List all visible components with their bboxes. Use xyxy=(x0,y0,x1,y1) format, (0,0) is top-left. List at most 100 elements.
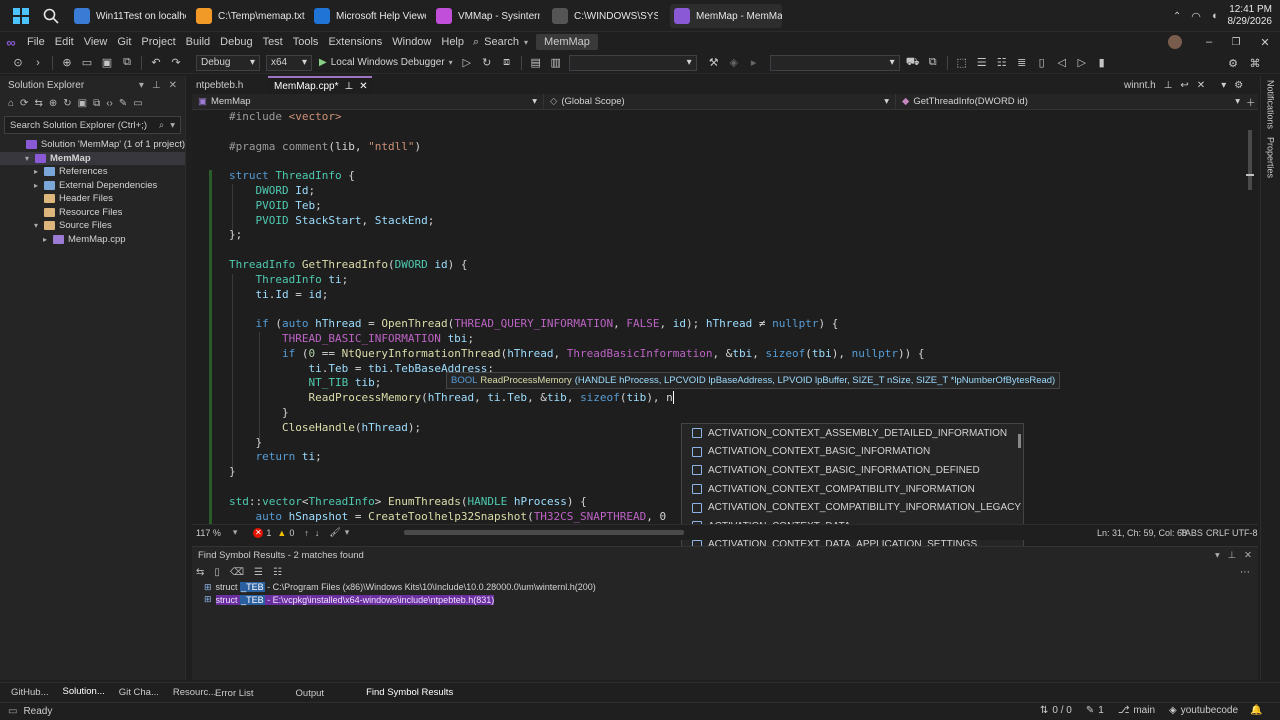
share-icon[interactable]: ⌘ xyxy=(1248,55,1262,71)
completion-item[interactable]: ACTIVATION_CONTEXT_COMPATIBILITY_INFORMA… xyxy=(682,498,1023,517)
tree-item[interactable]: Resource Files xyxy=(0,206,185,220)
live-share-icon[interactable]: ⚙ xyxy=(1226,55,1240,71)
go-to-definition-icon[interactable]: ⇆ xyxy=(196,567,204,578)
bookmark-icon[interactable]: ▥ xyxy=(548,55,564,71)
forward-icon[interactable]: › xyxy=(30,55,46,71)
collapse-all-icon[interactable]: ☰ xyxy=(254,567,263,578)
chevron-down-icon[interactable]: ▾ xyxy=(1215,550,1220,561)
settings-icon[interactable]: ⚙ xyxy=(1234,80,1243,91)
add-icon[interactable]: ＋ xyxy=(1246,95,1256,109)
comment-icon[interactable]: ▤ xyxy=(528,55,544,71)
pin-icon[interactable]: ⊥ xyxy=(1164,80,1173,91)
search-menu[interactable]: Search xyxy=(479,32,524,52)
notifications-tab[interactable]: Notifications xyxy=(1266,76,1276,133)
chevron-down-icon[interactable]: ▾ xyxy=(1221,80,1226,91)
sync-icon[interactable]: ⟳ xyxy=(20,98,28,109)
menu-build[interactable]: Build xyxy=(181,32,215,52)
close-icon[interactable]: ✕ xyxy=(359,81,367,92)
zoom-level[interactable]: 117 % xyxy=(196,528,221,538)
bottom-tab[interactable]: Output xyxy=(289,684,332,704)
close-icon[interactable]: ✕ xyxy=(169,80,177,91)
prev-issue-icon[interactable]: ↑ xyxy=(304,528,309,538)
cursor-position[interactable]: Ln: 31, Ch: 59, Col: 68 xyxy=(1097,528,1187,538)
open-file-icon[interactable]: ▭ xyxy=(79,55,95,71)
bookmark-icon[interactable]: ▯ xyxy=(1034,55,1050,71)
refresh-icon[interactable]: ↻ xyxy=(63,98,71,109)
indent-mode[interactable]: TABS xyxy=(1180,528,1203,538)
chevron-up-icon[interactable]: ⌃ xyxy=(1173,11,1181,22)
continue-icon[interactable]: ▸ xyxy=(746,55,762,71)
chevron-icon[interactable]: ▸ xyxy=(34,167,44,176)
document-tab[interactable]: ntpebteb.h xyxy=(190,76,268,94)
wifi-icon[interactable]: ◠ xyxy=(1191,10,1201,23)
new-project-icon[interactable]: ⊕ xyxy=(59,55,75,71)
tree-item[interactable]: ▾ MemMap xyxy=(0,151,185,165)
menu-tools[interactable]: Tools xyxy=(288,32,324,52)
start-without-debugging-icon[interactable]: ▷ xyxy=(459,55,475,71)
pin-icon[interactable]: ⊥ xyxy=(152,80,161,91)
preview-icon[interactable]: ▭ xyxy=(133,98,142,109)
switch-views-icon[interactable]: ⇆ xyxy=(34,98,42,109)
hot-reload-icon[interactable]: ↻ xyxy=(479,55,495,71)
car-icon[interactable]: ⛟ xyxy=(905,55,921,71)
close-icon[interactable]: ✕ xyxy=(1258,34,1272,50)
home-icon[interactable]: ⌂ xyxy=(8,98,14,109)
bell-icon[interactable]: 🔔 xyxy=(1250,705,1262,716)
close-icon[interactable]: ✕ xyxy=(1244,550,1252,561)
back-forward-icon[interactable]: ⊙ xyxy=(10,55,26,71)
menu-extensions[interactable]: Extensions xyxy=(323,32,387,52)
solution-explorer-search[interactable]: Search Solution Explorer (Ctrl+;) ⌕ ▾ xyxy=(4,116,181,134)
step-icon[interactable]: ◈ xyxy=(726,55,742,71)
tree-item[interactable]: Header Files xyxy=(0,192,185,206)
clear-bookmarks-icon[interactable]: ▮ xyxy=(1094,55,1110,71)
horizontal-scrollbar[interactable] xyxy=(404,530,684,535)
bottom-tab[interactable]: Git Cha... xyxy=(112,683,166,703)
completion-item[interactable]: ACTIVATION_CONTEXT_ASSEMBLY_DETAILED_INF… xyxy=(682,424,1023,443)
taskbar-item-2[interactable]: Microsoft Help Viewer 2 xyxy=(310,4,426,28)
pencil-icon[interactable]: ✎ xyxy=(1086,705,1094,716)
properties-tab[interactable]: Properties xyxy=(1266,133,1276,182)
bottom-tab[interactable]: Solution... xyxy=(55,682,112,704)
line-endings[interactable]: CRLF xyxy=(1206,528,1230,538)
menu-view[interactable]: View xyxy=(79,32,113,52)
next-issue-icon[interactable]: ↓ xyxy=(315,528,320,538)
editor-vertical-scrollbar[interactable] xyxy=(1244,118,1256,522)
close-icon[interactable]: ✕ xyxy=(1197,80,1205,91)
save-all-icon[interactable]: ⧉ xyxy=(119,55,135,71)
undo-icon[interactable]: ↶ xyxy=(148,55,164,71)
repo-icon[interactable]: ◈ xyxy=(1169,705,1177,716)
scope-dropdown[interactable]: ◇ (Global Scope) ▾ xyxy=(544,93,896,110)
menu-git[interactable]: Git xyxy=(112,32,136,52)
expand-all-icon[interactable]: ☷ xyxy=(273,567,282,578)
debug-tools-icon[interactable]: ⚒ xyxy=(706,55,722,71)
changes-count[interactable]: 1 xyxy=(1098,705,1104,716)
chevron-icon[interactable]: ▸ xyxy=(34,181,44,190)
clear-icon[interactable]: ⌫ xyxy=(230,567,244,578)
menu-debug[interactable]: Debug xyxy=(215,32,257,52)
split-icon[interactable]: ⧉ xyxy=(925,55,941,71)
find-result-row[interactable]: ⊞ struct _TEB - C:\Program Files (x86)\Wi… xyxy=(192,581,1258,594)
browse-icon[interactable]: ⧈ xyxy=(499,55,515,71)
blank-select-2[interactable]: ▾ xyxy=(769,54,900,71)
platform-select[interactable]: x64 ▾ xyxy=(266,54,312,71)
collapse-icon[interactable]: ▣ xyxy=(78,98,87,109)
properties-icon[interactable]: ✎ xyxy=(119,98,127,109)
chevron-down-icon[interactable]: ▾ xyxy=(139,80,144,91)
error-icon[interactable]: ✕ xyxy=(253,527,264,538)
warning-icon[interactable]: ▲ xyxy=(277,528,286,538)
volume-icon[interactable]: ◖ xyxy=(1211,10,1218,22)
branch-name[interactable]: main xyxy=(1133,705,1155,716)
arrow-up-down-icon[interactable]: ⇅ xyxy=(1040,705,1048,716)
pin-icon[interactable]: ⊥ xyxy=(344,81,353,92)
run-debugger-button[interactable]: Local Windows Debugger xyxy=(331,57,445,68)
repo-name[interactable]: youtubecode xyxy=(1181,705,1238,716)
search-icon[interactable] xyxy=(42,7,60,25)
taskbar-item-1[interactable]: C:\Temp\memap.txt - Su xyxy=(192,4,306,28)
code-icon[interactable]: ‹› xyxy=(106,98,113,109)
indent-icon[interactable]: ☰ xyxy=(974,55,990,71)
chevron-icon[interactable]: ▸ xyxy=(43,235,53,244)
member-dropdown[interactable]: ◆ GetThreadInfo(DWORD id) ▾ xyxy=(896,94,1246,110)
redo-icon[interactable]: ↷ xyxy=(168,55,184,71)
taskbar-item-0[interactable]: Win11Test on localhost - xyxy=(70,4,186,28)
back-icon[interactable]: ↩ xyxy=(1180,80,1188,91)
